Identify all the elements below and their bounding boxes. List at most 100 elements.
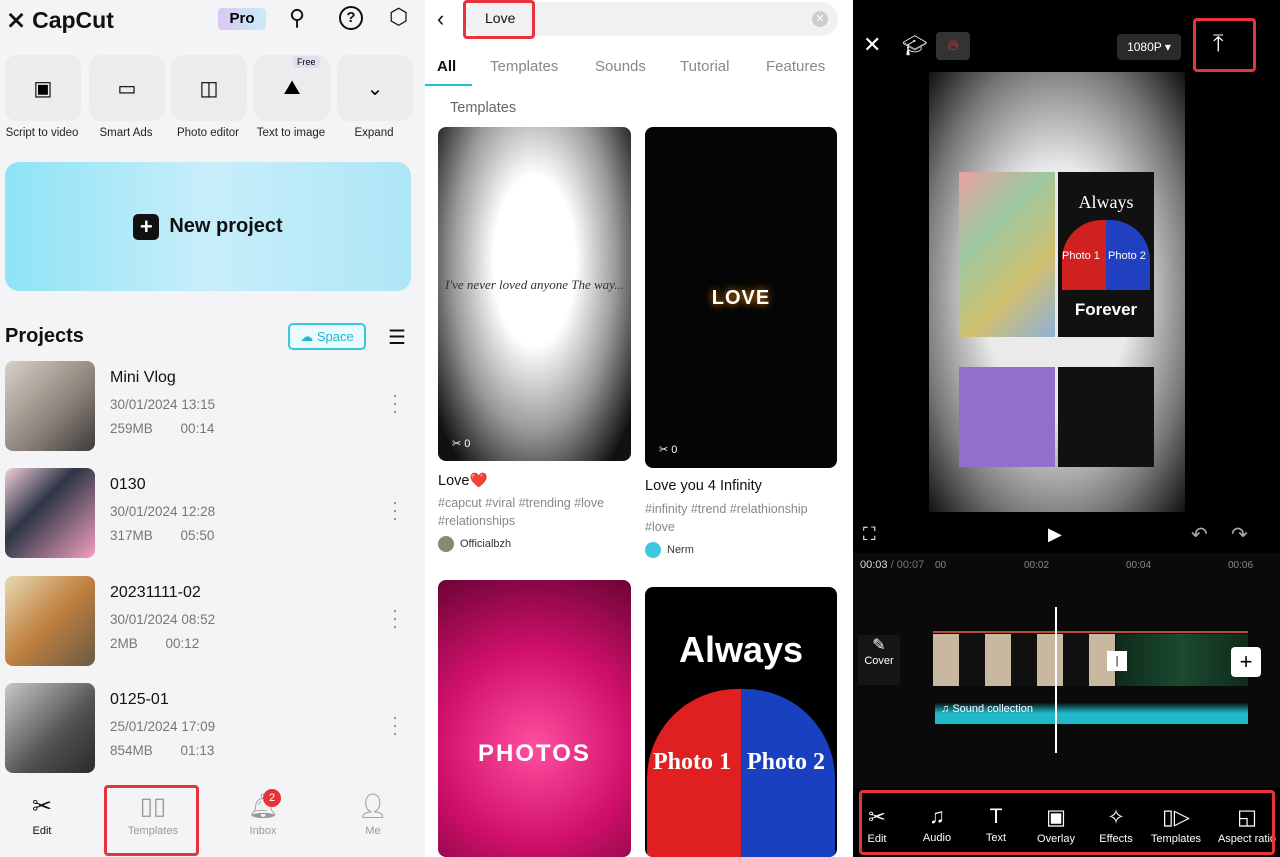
playhead[interactable]: [1055, 607, 1057, 753]
more-icon[interactable]: · · ·: [392, 601, 398, 635]
project-date: 25/01/2024 17:09: [110, 719, 216, 734]
template-card[interactable]: LOVE ✂ 0: [645, 127, 837, 468]
avatar: [645, 542, 661, 558]
tab-templates[interactable]: Templates: [490, 58, 558, 75]
cover-button[interactable]: ✎ Cover: [858, 635, 900, 685]
close-icon[interactable]: ✕: [863, 32, 881, 58]
author-name: Nerm: [667, 544, 694, 556]
uses-value: 0: [464, 438, 471, 450]
resolution-value: 1080P: [1127, 40, 1162, 54]
section-heading: Templates: [450, 100, 517, 116]
template-card[interactable]: Always Photo 1 Photo 2: [645, 587, 837, 857]
scissors-icon: ✂: [31, 793, 53, 820]
tool-label: Smart Ads: [99, 127, 153, 139]
project-duration: 05:50: [180, 528, 215, 543]
nav-edit[interactable]: ✂ Edit: [7, 792, 77, 837]
music-note-icon: ♫: [941, 703, 950, 715]
video-clip[interactable]: [1116, 634, 1248, 686]
sort-icon[interactable]: ☰: [388, 325, 406, 350]
tool-smart-ads[interactable]: ▭: [89, 55, 165, 121]
more-icon[interactable]: · · ·: [392, 708, 398, 742]
add-clip-button[interactable]: +: [1231, 647, 1261, 677]
tool-photo-editor[interactable]: ◫: [171, 55, 247, 121]
more-icon[interactable]: · · ·: [392, 493, 398, 527]
person-icon: 👤︎: [357, 793, 389, 820]
text-to-image-icon: ⛰: [283, 76, 301, 99]
play-icon[interactable]: ▶: [1048, 524, 1062, 545]
tab-sounds[interactable]: Sounds: [595, 58, 646, 75]
template-card[interactable]: I've never loved anyone The way... ✂ 0: [438, 127, 631, 461]
transition-button[interactable]: |: [1107, 651, 1127, 671]
pencil-icon: ✎: [872, 637, 886, 654]
project-size: 854MB: [110, 743, 153, 758]
author[interactable]: Nerm: [645, 542, 694, 558]
project-thumbnail: [5, 576, 95, 666]
tab-tutorial[interactable]: Tutorial: [680, 58, 729, 75]
nav-label: Me: [365, 825, 381, 837]
app-name: CapCut: [32, 7, 114, 33]
project-row[interactable]: Mini Vlog 30/01/2024 13:15 259MB 00:14 ·…: [0, 361, 425, 461]
project-size: 2MB: [110, 636, 138, 651]
nav-me[interactable]: 👤︎ Me: [338, 792, 408, 837]
template-title[interactable]: Love❤️: [438, 472, 488, 489]
tool-expand[interactable]: ⌄: [337, 55, 413, 121]
photo-editor-icon: ◫: [199, 77, 219, 100]
resolution-select[interactable]: 1080P ▾: [1117, 34, 1181, 60]
project-duration: 00:12: [165, 636, 200, 651]
nav-label: Edit: [32, 825, 52, 837]
ruler-tick: 00: [935, 560, 947, 571]
template-tags: #capcut #viral #trending #love #relation…: [438, 496, 605, 528]
preview-text: PHOTOS: [478, 740, 591, 767]
highlight-box: [104, 785, 199, 856]
video-clip[interactable]: [933, 634, 1116, 686]
project-name: 0130: [110, 476, 146, 493]
project-row[interactable]: 0125-01 25/01/2024 17:09 854MB 01:13 · · ·: [0, 683, 425, 783]
help-icon[interactable]: ?: [339, 6, 363, 30]
cover-label: Cover: [864, 655, 894, 667]
current-time: 00:03: [860, 559, 888, 571]
free-badge: Free: [293, 56, 320, 68]
fullscreen-icon[interactable]: ⛶: [863, 524, 876, 545]
capcut-logo: ⨯ CapCut: [6, 6, 114, 35]
undo-icon[interactable]: ↶: [1191, 522, 1208, 547]
ruler-tick: 00:02: [1024, 560, 1050, 571]
redo-icon[interactable]: ↷: [1231, 522, 1248, 547]
tab-features[interactable]: Features: [766, 58, 825, 75]
preview-thumb: Always Photo 1 Photo 2 Forever: [1058, 172, 1154, 337]
more-icon[interactable]: · · ·: [392, 386, 398, 420]
clear-icon[interactable]: ✕: [812, 11, 828, 27]
tool-label: Photo editor: [176, 127, 239, 139]
template-title[interactable]: Love you 4 Infinity: [645, 478, 762, 494]
tool-label: Script to video: [5, 127, 79, 139]
new-project-label: New project: [169, 215, 283, 237]
audio-track-label: ♫ Sound collection: [941, 703, 1033, 715]
preview-photo2: Photo 2: [1108, 250, 1146, 262]
tutorial-icon[interactable]: 🎓︎: [902, 33, 927, 58]
author[interactable]: Officialbzh: [438, 536, 511, 552]
project-meta: 854MB 01:13: [110, 743, 214, 758]
back-icon[interactable]: ‹: [437, 6, 444, 32]
total-time: 00:07: [896, 559, 925, 571]
tool-script-to-video[interactable]: ▣: [5, 55, 81, 121]
flame-icon[interactable]: 🔥︎: [936, 32, 970, 60]
video-editor-screen: ✕ 🎓︎ 🔥︎ 1080P ▾ ⤒ Always Photo 1 Photo 2…: [853, 0, 1280, 857]
preview-thumb: [1058, 367, 1154, 467]
project-row[interactable]: 0130 30/01/2024 12:28 317MB 05:50 · · ·: [0, 468, 425, 568]
search-results-screen: ‹ Love ✕ All Templates Sounds Tutorial F…: [425, 0, 850, 857]
photo-2-label: Photo 2: [747, 749, 825, 775]
uses-count: ✂ 0: [659, 444, 678, 456]
photo-1-label: Photo 1: [653, 749, 731, 775]
project-thumbnail: [5, 361, 95, 451]
search-icon[interactable]: ⚲: [289, 5, 305, 31]
project-duration: 00:14: [180, 421, 215, 436]
project-name: 0125-01: [110, 691, 169, 708]
pro-badge[interactable]: Pro: [218, 8, 266, 30]
template-card[interactable]: PHOTOS: [438, 580, 631, 857]
tab-all[interactable]: All: [437, 58, 456, 75]
settings-icon[interactable]: ⬡: [389, 4, 408, 30]
space-button[interactable]: ☁ Space: [288, 323, 366, 350]
new-project-button[interactable]: + New project: [5, 162, 411, 291]
nav-label: Inbox: [249, 825, 277, 837]
plus-icon: +: [133, 213, 160, 240]
project-row[interactable]: 20231111-02 30/01/2024 08:52 2MB 00:12 ·…: [0, 576, 425, 676]
